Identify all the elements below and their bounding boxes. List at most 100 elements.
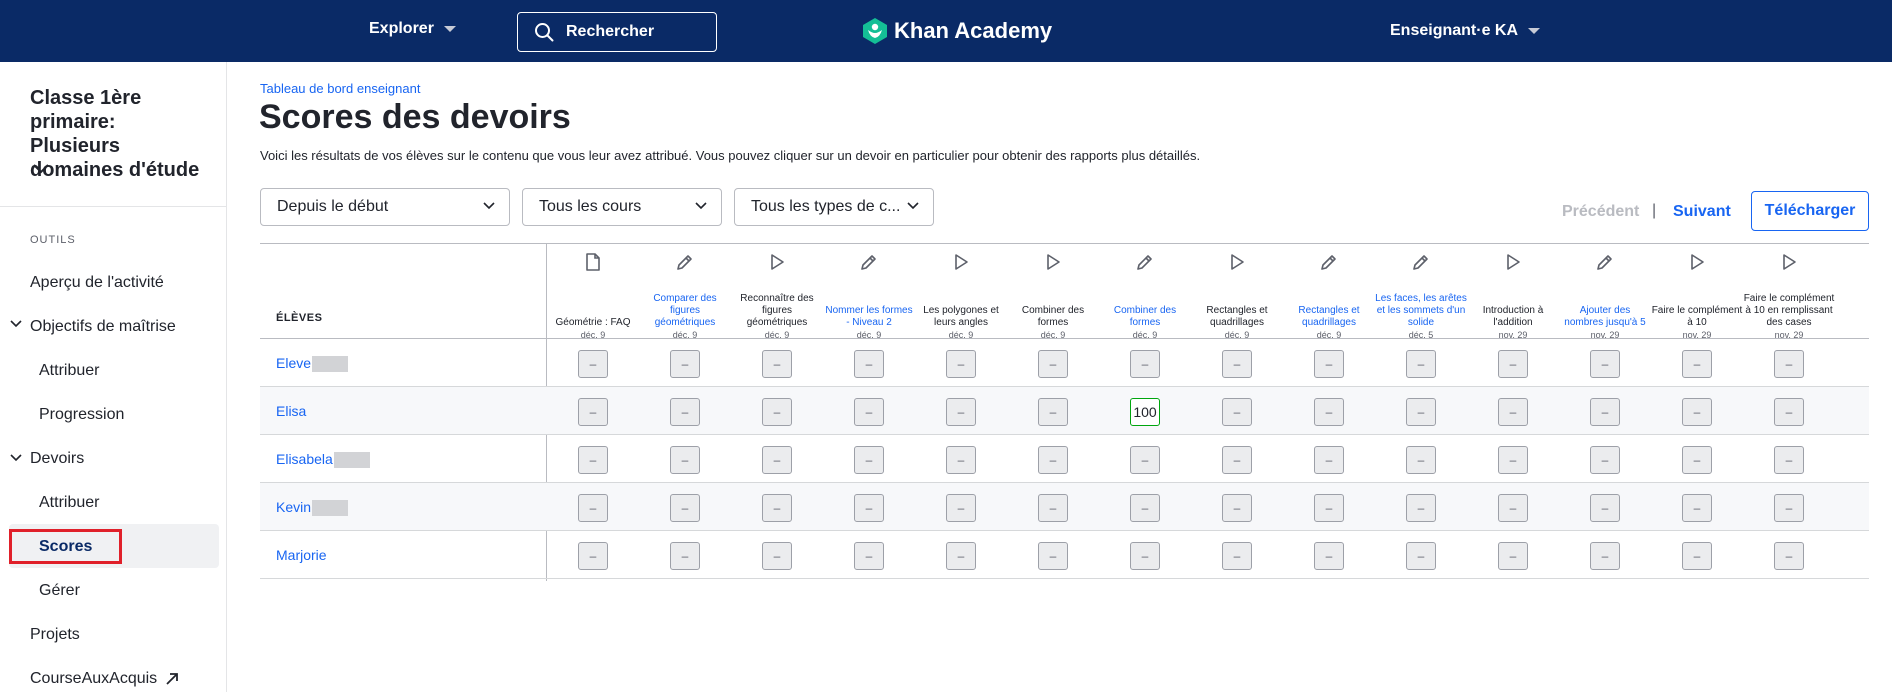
account-menu[interactable]: Enseignant·e KA (1390, 22, 1541, 40)
score-cell[interactable]: – (1314, 350, 1344, 378)
score-cell[interactable]: – (1498, 494, 1528, 522)
score-cell[interactable]: – (1038, 398, 1068, 426)
score-cell[interactable]: – (1222, 446, 1252, 474)
sidebar-item-activity-overview[interactable]: Aperçu de l'activité (30, 274, 164, 292)
score-cell[interactable]: – (946, 542, 976, 570)
explore-menu[interactable]: Explorer (369, 20, 456, 38)
assignment-name[interactable]: Les faces, les arêtes et les sommets d'u… (1375, 293, 1467, 329)
assignment-name[interactable]: Comparer des figures géométriques (639, 293, 731, 329)
sidebar-item-courseauxacquis[interactable]: CourseAuxAcquis (30, 670, 179, 688)
score-cell[interactable]: – (578, 542, 608, 570)
assignment-name[interactable]: Ajouter des nombres jusqu'à 5 (1559, 305, 1651, 329)
assignment-column-header[interactable]: Nommer les formes - Niveau 2 déc. 9 (823, 244, 915, 340)
score-cell[interactable]: – (1406, 446, 1436, 474)
sidebar-item-mastery-goals[interactable]: Objectifs de maîtrise (30, 318, 176, 336)
assignment-name[interactable]: Nommer les formes - Niveau 2 (823, 305, 915, 329)
score-cell[interactable]: – (1222, 350, 1252, 378)
score-cell[interactable]: – (578, 446, 608, 474)
sidebar-item-assignments-assign[interactable]: Attribuer (39, 494, 99, 512)
score-cell[interactable]: – (1590, 350, 1620, 378)
score-cell[interactable]: – (854, 542, 884, 570)
score-cell[interactable]: – (762, 398, 792, 426)
score-cell[interactable]: – (1222, 398, 1252, 426)
score-cell[interactable]: – (1774, 542, 1804, 570)
score-cell[interactable]: – (1130, 542, 1160, 570)
student-name[interactable]: Elisabela (276, 451, 370, 469)
score-cell[interactable]: – (1130, 494, 1160, 522)
course-filter-dropdown[interactable]: Tous les cours (522, 188, 722, 226)
score-cell[interactable]: – (1498, 350, 1528, 378)
score-cell[interactable]: – (854, 446, 884, 474)
score-cell[interactable]: – (1314, 398, 1344, 426)
score-cell[interactable]: – (946, 446, 976, 474)
score-cell[interactable]: – (1406, 494, 1436, 522)
score-cell[interactable]: – (578, 398, 608, 426)
chevron-down-icon[interactable] (10, 320, 22, 328)
student-name[interactable]: Elisa (276, 403, 306, 419)
score-cell[interactable]: – (1774, 398, 1804, 426)
score-cell[interactable]: – (1682, 542, 1712, 570)
next-button[interactable]: Suivant (1673, 203, 1731, 221)
score-cell[interactable]: – (1590, 494, 1620, 522)
score-cell[interactable]: – (1498, 446, 1528, 474)
score-cell[interactable]: – (578, 350, 608, 378)
sidebar-item-progress[interactable]: Progression (39, 406, 124, 424)
score-cell[interactable]: – (1498, 398, 1528, 426)
search-button[interactable]: Rechercher (517, 12, 717, 52)
score-cell[interactable]: – (1406, 542, 1436, 570)
student-name[interactable]: Eleve (276, 355, 349, 373)
assignment-column-header[interactable]: Les faces, les arêtes et les sommets d'u… (1375, 244, 1467, 340)
score-cell[interactable]: – (1130, 350, 1160, 378)
score-cell[interactable]: – (1406, 350, 1436, 378)
score-cell[interactable]: – (1222, 542, 1252, 570)
assignment-column-header[interactable]: Combiner des formes déc. 9 (1099, 244, 1191, 340)
score-cell[interactable]: – (946, 494, 976, 522)
assignment-name[interactable]: Rectangles et quadrillages (1283, 305, 1375, 329)
student-name[interactable]: Marjorie (276, 547, 327, 563)
score-cell[interactable]: – (1682, 350, 1712, 378)
score-cell[interactable]: – (670, 398, 700, 426)
score-cell[interactable]: – (762, 350, 792, 378)
khan-academy-logo[interactable]: Khan Academy (862, 17, 1052, 45)
score-cell[interactable]: – (1222, 494, 1252, 522)
score-cell[interactable]: – (946, 398, 976, 426)
sidebar-item-assignments[interactable]: Devoirs (30, 450, 84, 468)
score-cell[interactable]: – (1038, 350, 1068, 378)
assignment-column-header[interactable]: Rectangles et quadrillages déc. 9 (1283, 244, 1375, 340)
sidebar-item-projects[interactable]: Projets (30, 626, 80, 644)
score-cell[interactable]: – (1498, 542, 1528, 570)
student-name[interactable]: Kevin (276, 499, 349, 517)
score-cell[interactable]: – (1314, 494, 1344, 522)
score-cell[interactable]: – (1038, 542, 1068, 570)
chevron-down-icon[interactable] (10, 454, 22, 462)
score-cell[interactable]: – (1314, 542, 1344, 570)
score-cell[interactable]: – (1590, 542, 1620, 570)
score-cell[interactable]: – (1038, 446, 1068, 474)
score-cell[interactable]: – (762, 494, 792, 522)
score-cell[interactable]: 100 (1130, 398, 1160, 426)
score-cell[interactable]: – (1590, 446, 1620, 474)
score-cell[interactable]: – (1038, 494, 1068, 522)
score-cell[interactable]: – (1406, 398, 1436, 426)
score-cell[interactable]: – (762, 446, 792, 474)
score-cell[interactable]: – (1774, 350, 1804, 378)
score-cell[interactable]: – (1682, 446, 1712, 474)
score-cell[interactable]: – (854, 494, 884, 522)
content-type-filter-dropdown[interactable]: Tous les types de c... (734, 188, 934, 226)
score-cell[interactable]: – (1774, 446, 1804, 474)
score-cell[interactable]: – (578, 494, 608, 522)
score-cell[interactable]: – (670, 494, 700, 522)
score-cell[interactable]: – (854, 350, 884, 378)
sidebar-item-manage[interactable]: Gérer (39, 582, 80, 600)
score-cell[interactable]: – (1682, 398, 1712, 426)
score-cell[interactable]: – (1590, 398, 1620, 426)
chevron-down-icon[interactable] (33, 164, 49, 174)
date-filter-dropdown[interactable]: Depuis le début (260, 188, 510, 226)
score-cell[interactable]: – (670, 446, 700, 474)
download-button[interactable]: Télécharger (1751, 191, 1869, 231)
assignment-name[interactable]: Combiner des formes (1099, 305, 1191, 329)
score-cell[interactable]: – (1314, 446, 1344, 474)
score-cell[interactable]: – (1130, 446, 1160, 474)
assignment-column-header[interactable]: Ajouter des nombres jusqu'à 5 nov. 29 (1559, 244, 1651, 340)
sidebar-item-mastery-assign[interactable]: Attribuer (39, 362, 99, 380)
